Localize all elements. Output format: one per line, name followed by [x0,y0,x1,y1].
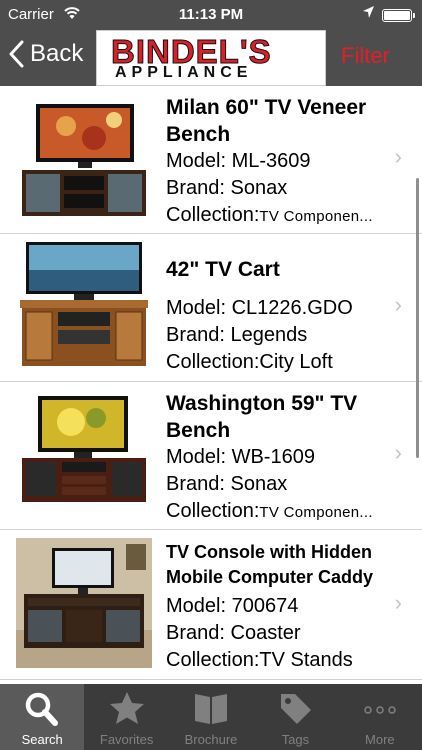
collection-label: Collection: [166,204,260,226]
product-collection: Collection:City Loft [166,349,382,376]
product-thumbnail [16,240,152,370]
store-logo: BINDEL'S APPLIANCE [96,30,326,86]
brand-value: Coaster [230,622,301,644]
filter-button[interactable]: Filter [341,43,390,69]
tab-label: Search [21,732,63,747]
product-title: 42" TV Cart [166,258,280,281]
star-icon [107,690,147,726]
brochure-icon [191,690,231,726]
brand-label: Brand: [166,622,225,644]
chevron-right-icon: › [394,440,402,465]
product-info: 42" TV Cart Model: CL1226.GDO Brand: Leg… [166,256,382,376]
product-brand: Brand: Sonax [166,471,382,498]
chevron-right-icon: › [394,292,402,317]
collection-value: TV Stands [259,649,353,671]
collection-label: Collection: [166,649,260,671]
tab-label: More [365,732,395,747]
brand-value: Legends [230,324,308,346]
back-label: Back [30,40,84,67]
chevron-right-icon: › [394,144,402,169]
product-brand: Brand: Legends [166,322,382,349]
product-model: Model: 700674 [166,593,382,620]
location-arrow-icon [362,5,375,23]
product-model: Model: ML-3609 [166,148,382,175]
model-value: ML-3609 [231,150,311,172]
status-bar: Carrier 11:13 PM [0,0,422,30]
product-thumbnail [16,392,152,522]
product-brand: Brand: Sonax [166,175,382,202]
brand-label: Brand: [166,177,225,199]
product-model: Model: CL1226.GDO [166,295,382,322]
battery-icon [382,9,415,22]
tag-icon [275,690,315,726]
collection-value: TV Componen... [259,208,373,225]
navigation-bar: Back BINDEL'S APPLIANCE Filter [0,30,422,86]
product-title: TV Console with Hidden Mobile Computer C… [166,542,374,587]
tab-bar: Search Favorites Brochure Tags More [0,684,422,750]
model-value: WB-1609 [231,446,315,468]
search-icon [22,690,62,726]
model-value: 700674 [231,595,299,617]
clock: 11:13 PM [178,6,244,23]
product-info: Washington 59" TV Bench Model: WB-1609 B… [166,390,382,526]
product-brand: Brand: Coaster [166,620,382,647]
collection-label: Collection: [166,500,260,522]
collection-value: City Loft [259,351,333,373]
logo-line2: APPLIANCE [115,64,253,81]
back-button[interactable]: Back [8,40,83,68]
chevron-right-icon: › [394,590,402,615]
brand-label: Brand: [166,473,225,495]
tab-label: Tags [281,732,310,747]
brand-label: Brand: [166,324,225,346]
product-thumbnail [16,538,152,668]
brand-value: Sonax [230,473,288,495]
product-row[interactable]: 42" TV Cart Model: CL1226.GDO Brand: Leg… [0,234,422,382]
product-row[interactable]: Washington 59" TV Bench Model: WB-1609 B… [0,382,422,530]
brand-value: Sonax [230,177,288,199]
product-row[interactable]: TV Console with Hidden Mobile Computer C… [0,530,422,680]
tab-search[interactable]: Search [0,684,85,750]
tab-label: Favorites [99,732,154,747]
product-title: Washington 59" TV Bench [166,392,358,442]
scroll-indicator[interactable] [416,178,419,458]
model-label: Model: [166,297,227,319]
tab-label: Brochure [184,732,238,747]
model-label: Model: [166,595,227,617]
product-info: TV Console with Hidden Mobile Computer C… [166,540,382,674]
product-collection: Collection:TV Componen... [166,498,382,526]
product-model: Model: WB-1609 [166,444,382,471]
product-thumbnail [16,98,152,228]
product-title: Milan 60" TV Veneer Bench [166,96,367,146]
tab-brochure[interactable]: Brochure [169,684,253,750]
chevron-left-icon [9,40,24,68]
model-label: Model: [166,150,227,172]
product-row[interactable]: Milan 60" TV Veneer Bench Model: ML-3609… [0,86,422,234]
tab-tags[interactable]: Tags [253,684,337,750]
more-icon [360,690,400,726]
tab-favorites[interactable]: Favorites [84,684,168,750]
tab-more[interactable]: More [338,684,422,750]
collection-value: TV Componen... [259,504,373,521]
model-label: Model: [166,446,227,468]
product-list[interactable]: Milan 60" TV Veneer Bench Model: ML-3609… [0,86,422,684]
model-value: CL1226.GDO [231,297,353,319]
product-info: Milan 60" TV Veneer Bench Model: ML-3609… [166,94,382,230]
collection-label: Collection: [166,351,260,373]
product-collection: Collection:TV Stands [166,647,382,674]
product-collection: Collection:TV Componen... [166,202,382,230]
